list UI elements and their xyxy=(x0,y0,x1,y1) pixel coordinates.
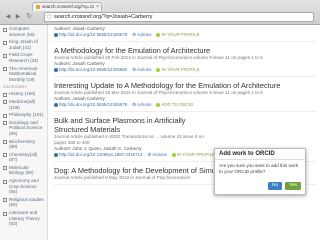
orcid-icon xyxy=(156,32,161,37)
facet-label: Chemistry(all) (87) xyxy=(9,151,38,163)
result-title[interactable]: Bulk and Surface Plasmons in Artificiall… xyxy=(54,116,209,134)
facet-checkbox[interactable] xyxy=(3,40,7,45)
facet-label: Literature and Literary Theory (53) xyxy=(9,210,40,227)
forward-icon[interactable]: ▶ xyxy=(14,13,22,21)
doi-link[interactable]: http://dx.doi.org/10.5555/12345680 xyxy=(54,67,127,73)
facet-checkbox[interactable] xyxy=(3,211,7,216)
actions-button[interactable]: ⚙ Actions xyxy=(132,67,151,73)
facet-item[interactable]: Literature and Literary Theory (53) xyxy=(3,210,44,227)
facet-label: Biochemistry (88) xyxy=(9,138,36,150)
facet-item[interactable]: Computer Science (59) xyxy=(3,26,44,37)
facet-item[interactable]: Religious studies (55) xyxy=(3,197,44,208)
facet-label: Sociology and Political Science (99) xyxy=(9,119,43,136)
facet-checkbox[interactable] xyxy=(3,27,7,32)
close-tab-icon[interactable]: × xyxy=(96,3,99,11)
facet-checkbox[interactable] xyxy=(3,53,7,58)
facet-sidebar: Computer Science (59) King Josiah of Juda… xyxy=(0,25,48,240)
doi-link[interactable]: http://dx.doi.org/10.5555/12345679 xyxy=(54,102,127,108)
result-meta: Journal Article published in IEEE Transa… xyxy=(54,134,204,145)
doi-link[interactable]: http://dx.doi.org/10.5555/12345678 xyxy=(54,32,127,38)
orcid-icon xyxy=(171,152,176,157)
facet-label: Medicine(all) (106) xyxy=(9,98,36,110)
result-item: A Methodology for the Emulation of Archi… xyxy=(54,45,316,77)
yes-button[interactable]: Yes xyxy=(285,182,301,190)
link-icon xyxy=(54,32,58,37)
orcid-icon xyxy=(156,102,161,107)
facet-label: Molecular Biology (80) xyxy=(9,164,34,176)
link-icon xyxy=(54,67,58,72)
url-text: search.crossref.org/?q=Josiah+Carberry xyxy=(54,14,153,20)
facet-checkbox[interactable] xyxy=(3,198,7,203)
facet-label: Agronomy and Crop Science (55) xyxy=(9,178,39,195)
facet-item[interactable]: Agronomy and Crop Science (55) xyxy=(3,178,44,195)
facet-label: Computer Science (59) xyxy=(9,26,35,37)
facet-checkbox[interactable] xyxy=(3,166,7,171)
facet-item[interactable]: Sociology and Political Science (99) xyxy=(3,120,44,137)
no-button[interactable]: No xyxy=(268,182,283,190)
actions-button[interactable]: ⚙ Actions xyxy=(147,152,166,158)
facet-label: The American Mathematical Monthly (19) xyxy=(9,65,38,82)
link-icon xyxy=(54,152,58,157)
facet-checkbox[interactable] xyxy=(3,67,7,72)
address-bar[interactable]: ▢ search.crossref.org/?q=Josiah+Carberry xyxy=(44,12,314,22)
add-to-orcid-button[interactable]: ADD TO ORCID xyxy=(156,102,193,108)
result-title[interactable]: A Methodology for the Emulation of Archi… xyxy=(54,46,316,55)
facet-checkbox[interactable] xyxy=(3,100,7,105)
facet-item[interactable]: Biochemistry (88) xyxy=(3,139,44,150)
facet-item[interactable]: Molecular Biology (80) xyxy=(3,165,44,176)
facet-item[interactable]: Chemistry(all) (87) xyxy=(3,152,44,163)
facet-checkbox[interactable] xyxy=(3,179,7,184)
result-title[interactable]: Interesting Update to A Methodology for … xyxy=(54,81,316,90)
dialog-message: Are you sure you want to add this work t… xyxy=(219,163,299,174)
facet-item[interactable]: Field Crops Research (33) xyxy=(3,52,44,63)
facet-item[interactable]: Medicine(all) (106) xyxy=(3,99,44,110)
browser-tab[interactable]: search.crossref.org/?q=Jo × xyxy=(32,2,102,11)
dialog-title: Add work to ORCID xyxy=(215,149,305,160)
back-icon[interactable]: ◀ xyxy=(4,13,12,21)
facet-item[interactable]: King Josiah of Judah (41) xyxy=(3,39,44,50)
facet-item[interactable]: Philosophy (101) xyxy=(3,112,44,118)
facet-checkbox[interactable] xyxy=(3,113,7,118)
facet-label: History (156) xyxy=(9,91,36,97)
facet-label: Philosophy (101) xyxy=(9,112,44,118)
facet-checkbox[interactable] xyxy=(3,153,7,158)
result-item: Interesting Update to A Methodology for … xyxy=(54,80,316,112)
orcid-icon xyxy=(156,67,161,72)
actions-button[interactable]: ⚙ Actions xyxy=(132,32,151,38)
orcid-status: IN YOUR PROFILE xyxy=(171,152,215,158)
doi-link[interactable]: http://dx.doi.org/10.1109/tps.1987.43167… xyxy=(54,152,142,158)
facet-label: Religious studies (55) xyxy=(9,196,44,208)
category-heading: CATEGORY xyxy=(3,84,28,90)
page: search.crossref.org/?q=Jo × ◀ ▶ ↻ ▢ sear… xyxy=(0,0,320,240)
facet-checkbox[interactable] xyxy=(3,140,7,144)
orcid-status: IN YOUR PROFILE xyxy=(156,67,200,73)
add-to-orcid-dialog: Add work to ORCID Are you sure you want … xyxy=(214,148,306,195)
browser-chrome: search.crossref.org/?q=Jo × ◀ ▶ ↻ ▢ sear… xyxy=(0,0,320,25)
results-list: Authors: Josiah Carberry http://dx.doi.o… xyxy=(54,25,316,240)
actions-button[interactable]: ⚙ Actions xyxy=(132,102,151,108)
page-icon: ▢ xyxy=(47,14,52,20)
facet-label: King Josiah of Judah (41) xyxy=(9,39,38,50)
favicon-icon xyxy=(36,4,40,9)
facet-item[interactable]: History (156) xyxy=(3,91,44,97)
facet-item[interactable]: The American Mathematical Monthly (19) xyxy=(3,66,44,83)
reload-icon[interactable]: ↻ xyxy=(25,13,33,21)
link-icon xyxy=(54,102,58,107)
facet-label: Field Crops Research (33) xyxy=(9,52,39,63)
tab-title: search.crossref.org/?q=Jo xyxy=(42,4,95,9)
facet-checkbox[interactable] xyxy=(3,121,7,126)
facet-checkbox[interactable] xyxy=(3,92,7,97)
orcid-status: IN YOUR PROFILE xyxy=(156,32,200,38)
result-item: Authors: Josiah Carberry http://dx.doi.o… xyxy=(54,25,316,42)
